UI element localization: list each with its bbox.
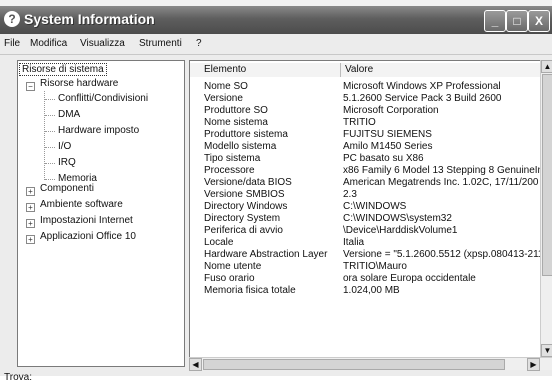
column-header-elemento[interactable]: Elemento (190, 63, 341, 77)
row-value: American Megatrends Inc. 1.02C, 17/11/20… (343, 177, 539, 188)
row-value: Microsoft Corporation (343, 105, 439, 116)
tree-connector (45, 99, 55, 100)
expand-icon[interactable]: + (26, 235, 35, 244)
tree-ambiente-software[interactable]: Ambiente software (40, 199, 123, 210)
row-value: TRITIO (343, 117, 376, 128)
row-name: Memoria fisica totale (204, 285, 296, 296)
row-name: Processore (204, 165, 255, 176)
tree-io[interactable]: I/O (58, 141, 71, 152)
menu-bar: File Modifica Visualizza Strumenti ? (0, 34, 552, 55)
tree-applicazioni-office[interactable]: Applicazioni Office 10 (40, 231, 136, 242)
collapse-icon[interactable]: − (26, 82, 35, 91)
row-value: \Device\HarddiskVolume1 (343, 225, 458, 236)
vertical-scrollbar[interactable]: ▲ ▼ (540, 60, 552, 357)
row-name: Directory System (204, 213, 281, 224)
menu-file[interactable]: File (4, 38, 20, 49)
menu-strumenti[interactable]: Strumenti (139, 38, 182, 49)
row-name: Directory Windows (204, 201, 288, 212)
expand-icon[interactable]: + (26, 219, 35, 228)
expand-icon[interactable]: + (26, 203, 35, 212)
row-value: 2.3 (343, 189, 357, 200)
details-list[interactable]: Elemento Valore Nome SO Microsoft Window… (189, 60, 552, 358)
row-value: Italia (343, 237, 365, 248)
row-name: Periferica di avvio (204, 225, 283, 236)
horizontal-scrollbar[interactable]: ◀ ▶ (189, 357, 552, 371)
column-header-valore[interactable]: Valore (341, 63, 542, 77)
row-name: Versione/data BIOS (204, 177, 292, 188)
row-value: x86 Family 6 Model 13 Stepping 8 Genuine… (343, 165, 546, 176)
row-name: Produttore sistema (204, 129, 288, 140)
row-name: Nome SO (204, 81, 248, 92)
close-button[interactable]: X (528, 10, 550, 32)
tree-connector (45, 147, 55, 148)
row-value: Amilo M1450 Series (343, 141, 433, 152)
vertical-scroll-thumb[interactable] (542, 74, 552, 276)
row-name: Tipo sistema (204, 153, 261, 164)
menu-modifica[interactable]: Modifica (30, 38, 67, 49)
title-bar[interactable]: ? System Information _ □ X (0, 6, 552, 34)
scroll-up-icon[interactable]: ▲ (541, 60, 552, 73)
tree-impostazioni-internet[interactable]: Impostazioni Internet (40, 215, 133, 226)
row-name: Hardware Abstraction Layer (204, 249, 328, 260)
menu-visualizza[interactable]: Visualizza (80, 38, 125, 49)
expand-icon[interactable]: + (26, 187, 35, 196)
row-value: Microsoft Windows XP Professional (343, 81, 501, 92)
find-label: Trova: (4, 372, 32, 383)
tree-connector (45, 163, 55, 164)
maximize-button[interactable]: □ (506, 10, 528, 32)
row-value: PC basato su X86 (343, 153, 424, 164)
menu-help[interactable]: ? (196, 38, 202, 49)
tree-dma[interactable]: DMA (58, 109, 80, 120)
tree-connector (44, 91, 45, 180)
tree-componenti[interactable]: Componenti (40, 183, 94, 194)
window-title: System Information (24, 11, 155, 27)
tree-connector (45, 131, 55, 132)
category-tree[interactable]: Risorse di sistema − Risorse hardware Co… (17, 60, 185, 367)
tree-connector (45, 179, 55, 180)
row-name: Produttore SO (204, 105, 268, 116)
row-value: ora solare Europa occidentale (343, 273, 476, 284)
row-name: Nome sistema (204, 117, 268, 128)
row-name: Locale (204, 237, 234, 248)
tree-hardware-imposto[interactable]: Hardware imposto (58, 125, 139, 136)
tree-connector (45, 115, 55, 116)
tree-hardware[interactable]: Risorse hardware (40, 78, 118, 89)
row-value: TRITIO\Mauro (343, 261, 407, 272)
horizontal-scroll-thumb[interactable] (203, 359, 505, 370)
scroll-left-icon[interactable]: ◀ (189, 358, 202, 371)
row-value: 1.024,00 MB (343, 285, 400, 296)
scroll-right-icon[interactable]: ▶ (527, 358, 540, 371)
row-value: C:\WINDOWS\system32 (343, 213, 452, 224)
row-value: FUJITSU SIEMENS (343, 129, 432, 140)
row-name: Versione SMBIOS (204, 189, 285, 200)
system-info-icon: ? (4, 11, 20, 27)
tree-conflitti[interactable]: Conflitti/Condivisioni (58, 93, 148, 104)
scroll-down-icon[interactable]: ▼ (541, 344, 552, 357)
tree-irq[interactable]: IRQ (58, 157, 76, 168)
row-name: Fuso orario (204, 273, 255, 284)
row-value: C:\WINDOWS (343, 201, 407, 212)
row-name: Nome utente (204, 261, 262, 272)
row-name: Versione (204, 93, 243, 104)
row-value: 5.1.2600 Service Pack 3 Build 2600 (343, 93, 502, 104)
tree-root[interactable]: Risorse di sistema (19, 63, 107, 76)
row-name: Modello sistema (204, 141, 277, 152)
minimize-button[interactable]: _ (484, 10, 506, 32)
row-value: Versione = "5.1.2600.5512 (xpsp.080413-2… (343, 249, 544, 260)
